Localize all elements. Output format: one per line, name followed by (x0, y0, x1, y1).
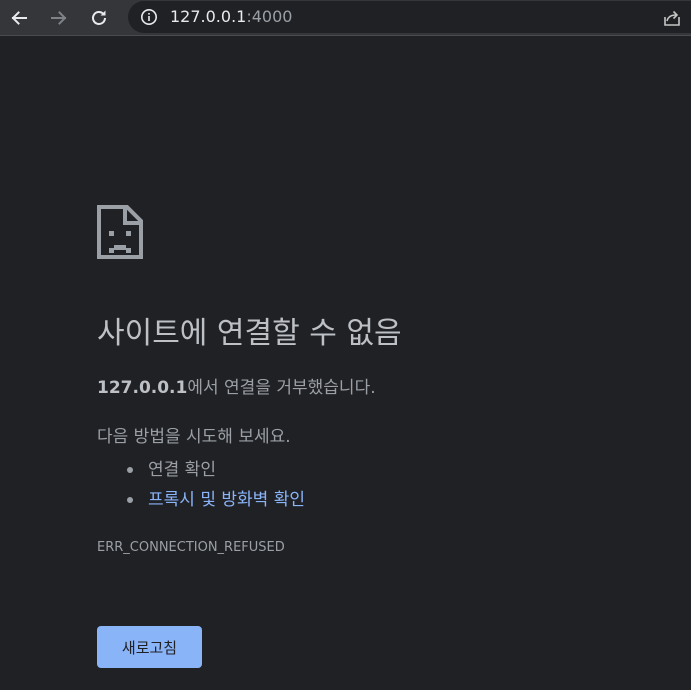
arrow-right-icon (51, 11, 67, 25)
info-icon[interactable] (140, 8, 158, 26)
url-text[interactable]: 127.0.0.1:4000 (170, 7, 292, 27)
sad-document-icon (97, 205, 143, 259)
reload-nav-button[interactable] (85, 4, 113, 32)
back-button[interactable] (5, 4, 33, 32)
suggestion-check-connection: 연결 확인 (97, 455, 305, 485)
suggestion-label: 연결 확인 (148, 460, 216, 480)
address-bar[interactable]: 127.0.0.1:4000 (128, 1, 691, 33)
suggestions-heading: 다음 방법을 시도해 보세요. (97, 427, 291, 447)
error-detail-text: 에서 연결을 거부했습니다. (187, 378, 376, 398)
bullet (127, 467, 133, 473)
url-host: 127.0.0.1 (170, 7, 247, 26)
arrow-left-icon (11, 11, 27, 25)
reload-icon (92, 10, 106, 25)
proxy-firewall-link[interactable]: 프록시 및 방화벽 확인 (148, 490, 305, 510)
error-title: 사이트에 연결할 수 없음 (97, 316, 402, 351)
suggestions-list: 연결 확인 프록시 및 방화벽 확인 (97, 455, 305, 515)
error-host: 127.0.0.1 (97, 378, 188, 398)
reload-button[interactable]: 새로고침 (97, 626, 202, 668)
suggestion-check-proxy-firewall[interactable]: 프록시 및 방화벽 확인 (97, 485, 305, 515)
forward-button[interactable] (45, 4, 73, 32)
share-icon[interactable] (662, 8, 682, 28)
url-port: :4000 (246, 7, 293, 26)
browser-toolbar: 127.0.0.1:4000 (0, 0, 691, 36)
bullet (127, 497, 133, 503)
error-code: ERR_CONNECTION_REFUSED (97, 540, 285, 555)
error-detail: 127.0.0.1에서 연결을 거부했습니다. (97, 376, 376, 400)
